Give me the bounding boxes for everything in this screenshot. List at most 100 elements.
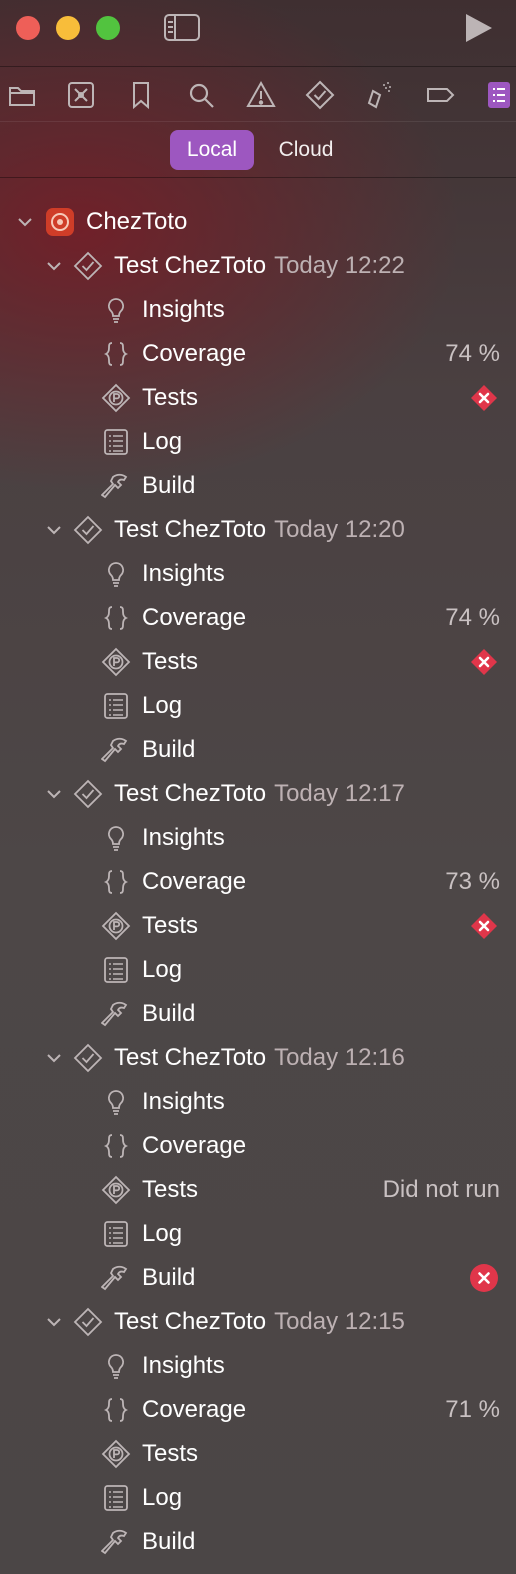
run-item-coverage[interactable]: Coverage 71 % <box>0 1388 516 1432</box>
search-icon[interactable] <box>185 79 217 111</box>
run-item-tests[interactable]: Tests <box>0 376 516 420</box>
run-label: Test ChezToto Today 12:20 <box>114 508 405 552</box>
run-time: Today 12:15 <box>274 1308 405 1335</box>
failure-icon <box>471 649 497 675</box>
hammer-icon <box>101 1527 131 1557</box>
breakpoint-icon[interactable] <box>424 79 456 111</box>
folder-icon[interactable] <box>6 79 38 111</box>
test-plan-icon <box>101 647 131 677</box>
log-icon <box>101 1219 131 1249</box>
test-status-icon <box>73 251 103 281</box>
hammer-icon <box>101 1263 131 1293</box>
run-title: Test ChezToto <box>114 1044 267 1071</box>
run-item-log[interactable]: Log <box>0 948 516 992</box>
run-item-coverage[interactable]: Coverage 74 % <box>0 596 516 640</box>
log-icon <box>101 955 131 985</box>
report-icon[interactable] <box>483 79 515 111</box>
run-label: Test ChezToto Today 12:22 <box>114 244 405 288</box>
sidebar-toggle-icon[interactable] <box>164 14 200 41</box>
segment-local[interactable]: Local <box>170 130 254 170</box>
run-item-log[interactable]: Log <box>0 420 516 464</box>
run-item-coverage[interactable]: Coverage 73 % <box>0 860 516 904</box>
segment-cloud[interactable]: Cloud <box>264 130 348 170</box>
chevron-down-icon[interactable] <box>45 1313 63 1331</box>
test-plan-icon <box>101 1175 131 1205</box>
run-item-insights[interactable]: Insights <box>0 1080 516 1124</box>
chevron-down-icon[interactable] <box>16 213 34 231</box>
run-item-insights[interactable]: Insights <box>0 816 516 860</box>
item-label: Coverage <box>142 1132 247 1159</box>
item-label: Build <box>142 1528 196 1555</box>
zoom-button[interactable] <box>96 16 120 40</box>
run-item-insights[interactable]: Insights <box>0 288 516 332</box>
run-title: Test ChezToto <box>114 516 267 543</box>
run-time: Today 12:17 <box>274 780 405 807</box>
lightbulb-icon <box>101 823 131 853</box>
bookmark-icon[interactable] <box>125 79 157 111</box>
run-item-coverage[interactable]: Coverage 74 % <box>0 332 516 376</box>
run-row[interactable]: Test ChezToto Today 12:17 <box>0 772 516 816</box>
chevron-down-icon[interactable] <box>45 1049 63 1067</box>
log-icon <box>101 1483 131 1513</box>
braces-icon <box>101 867 131 897</box>
run-row[interactable]: Test ChezToto Today 12:15 <box>0 1300 516 1344</box>
run-item-log[interactable]: Log <box>0 684 516 728</box>
run-item-tests[interactable]: Tests <box>0 640 516 684</box>
log-icon <box>101 427 131 457</box>
run-item-insights[interactable]: Insights <box>0 552 516 596</box>
test-plan-icon <box>101 383 131 413</box>
lightbulb-icon <box>101 1087 131 1117</box>
failure-icon <box>471 385 497 411</box>
run-item-build[interactable]: Build <box>0 992 516 1036</box>
hammer-icon <box>101 471 131 501</box>
run-item-log[interactable]: Log <box>0 1476 516 1520</box>
item-label: Insights <box>142 296 225 323</box>
braces-icon <box>101 339 131 369</box>
item-label: Log <box>142 1484 183 1511</box>
run-item-insights[interactable]: Insights <box>0 1344 516 1388</box>
run-item-build[interactable]: Build <box>0 1520 516 1564</box>
project-row[interactable]: ChezToto <box>0 200 516 244</box>
chevron-down-icon[interactable] <box>45 785 63 803</box>
project-name: ChezToto <box>86 208 188 235</box>
warning-icon[interactable] <box>245 79 277 111</box>
run-item-coverage[interactable]: Coverage <box>0 1124 516 1168</box>
minimize-button[interactable] <box>56 16 80 40</box>
run-item-tests[interactable]: Tests <box>0 904 516 948</box>
run-row[interactable]: Test ChezToto Today 12:22 <box>0 244 516 288</box>
item-label: Insights <box>142 1088 225 1115</box>
lightbulb-icon <box>101 1351 131 1381</box>
hammer-icon <box>101 999 131 1029</box>
chevron-down-icon[interactable] <box>45 257 63 275</box>
run-item-tests[interactable]: Tests Did not run <box>0 1168 516 1212</box>
log-icon <box>101 691 131 721</box>
run-label: Test ChezToto Today 12:17 <box>114 772 405 816</box>
item-value: 74 % <box>445 604 500 631</box>
test-plan-icon <box>101 911 131 941</box>
run-item-log[interactable]: Log <box>0 1212 516 1256</box>
item-label: Log <box>142 692 183 719</box>
run-row[interactable]: Test ChezToto Today 12:16 <box>0 1036 516 1080</box>
close-button[interactable] <box>16 16 40 40</box>
braces-icon <box>101 1395 131 1425</box>
item-label: Tests <box>142 648 199 675</box>
item-label: Insights <box>142 824 225 851</box>
chevron-down-icon[interactable] <box>45 521 63 539</box>
run-item-build[interactable]: Build <box>0 1256 516 1300</box>
item-label: Build <box>142 472 196 499</box>
item-label: Insights <box>142 560 225 587</box>
debug-icon[interactable] <box>364 79 396 111</box>
test-icon[interactable] <box>304 79 336 111</box>
run-item-build[interactable]: Build <box>0 464 516 508</box>
run-title: Test ChezToto <box>114 252 267 279</box>
run-time: Today 12:20 <box>274 516 405 543</box>
test-status-icon <box>73 779 103 809</box>
item-label: Tests <box>142 912 199 939</box>
run-item-tests[interactable]: Tests <box>0 1432 516 1476</box>
run-row[interactable]: Test ChezToto Today 12:20 <box>0 508 516 552</box>
source-control-icon[interactable] <box>65 79 97 111</box>
run-icon[interactable] <box>466 14 492 42</box>
run-item-build[interactable]: Build <box>0 728 516 772</box>
test-status-icon <box>73 1307 103 1337</box>
item-label: Build <box>142 1264 196 1291</box>
